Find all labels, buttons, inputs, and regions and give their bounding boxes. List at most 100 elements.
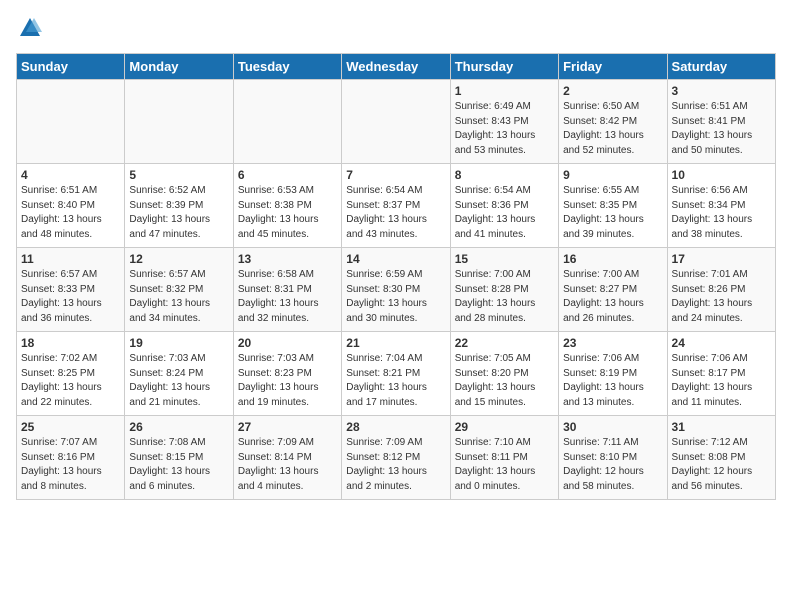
day-number: 4 bbox=[21, 168, 120, 182]
weekday-header-row: SundayMondayTuesdayWednesdayThursdayFrid… bbox=[17, 54, 776, 80]
day-number: 20 bbox=[238, 336, 337, 350]
logo-text bbox=[16, 16, 42, 45]
day-number: 1 bbox=[455, 84, 554, 98]
weekday-header-wednesday: Wednesday bbox=[342, 54, 450, 80]
day-info: Sunrise: 7:03 AM Sunset: 8:23 PM Dayligh… bbox=[238, 352, 337, 410]
day-number: 18 bbox=[21, 336, 120, 350]
calendar-cell bbox=[125, 80, 233, 164]
day-number: 30 bbox=[563, 420, 662, 434]
day-info: Sunrise: 6:50 AM Sunset: 8:42 PM Dayligh… bbox=[563, 100, 662, 158]
day-number: 7 bbox=[346, 168, 445, 182]
day-number: 3 bbox=[672, 84, 771, 98]
day-info: Sunrise: 6:56 AM Sunset: 8:34 PM Dayligh… bbox=[672, 184, 771, 242]
day-info: Sunrise: 7:01 AM Sunset: 8:26 PM Dayligh… bbox=[672, 268, 771, 326]
day-info: Sunrise: 6:57 AM Sunset: 8:33 PM Dayligh… bbox=[21, 268, 120, 326]
calendar-cell: 24Sunrise: 7:06 AM Sunset: 8:17 PM Dayli… bbox=[667, 332, 775, 416]
calendar-cell: 7 Sunrise: 6:54 AM Sunset: 8:37 PM Daylig… bbox=[342, 164, 450, 248]
weekday-header-monday: Monday bbox=[125, 54, 233, 80]
day-info: Sunrise: 7:10 AM Sunset: 8:11 PM Dayligh… bbox=[455, 436, 554, 494]
day-info: Sunrise: 7:08 AM Sunset: 8:15 PM Dayligh… bbox=[129, 436, 228, 494]
day-info: Sunrise: 7:03 AM Sunset: 8:24 PM Dayligh… bbox=[129, 352, 228, 410]
day-number: 28 bbox=[346, 420, 445, 434]
calendar-week-row: 25 Sunrise: 7:07 AM Sunset: 8:16 PM Dayli… bbox=[17, 416, 776, 500]
calendar-cell: 4 Sunrise: 6:51 AM Sunset: 8:40 PM Daylig… bbox=[17, 164, 125, 248]
calendar-cell: 2 Sunrise: 6:50 AM Sunset: 8:42 PM Daylig… bbox=[559, 80, 667, 164]
day-info: Sunrise: 6:51 AM Sunset: 8:41 PM Dayligh… bbox=[672, 100, 771, 158]
calendar-cell: 17Sunrise: 7:01 AM Sunset: 8:26 PM Dayli… bbox=[667, 248, 775, 332]
day-number: 27 bbox=[238, 420, 337, 434]
weekday-header-tuesday: Tuesday bbox=[233, 54, 341, 80]
day-info: Sunrise: 7:09 AM Sunset: 8:12 PM Dayligh… bbox=[346, 436, 445, 494]
day-info: Sunrise: 7:07 AM Sunset: 8:16 PM Dayligh… bbox=[21, 436, 120, 494]
calendar-table: SundayMondayTuesdayWednesdayThursdayFrid… bbox=[16, 53, 776, 500]
calendar-cell bbox=[233, 80, 341, 164]
day-number: 31 bbox=[672, 420, 771, 434]
calendar-cell: 18 Sunrise: 7:02 AM Sunset: 8:25 PM Dayli… bbox=[17, 332, 125, 416]
day-info: Sunrise: 7:02 AM Sunset: 8:25 PM Dayligh… bbox=[21, 352, 120, 410]
calendar-cell: 10 Sunrise: 6:56 AM Sunset: 8:34 PM Dayli… bbox=[667, 164, 775, 248]
weekday-header-sunday: Sunday bbox=[17, 54, 125, 80]
weekday-header-thursday: Thursday bbox=[450, 54, 558, 80]
day-info: Sunrise: 6:59 AM Sunset: 8:30 PM Dayligh… bbox=[346, 268, 445, 326]
weekday-header-friday: Friday bbox=[559, 54, 667, 80]
day-info: Sunrise: 7:06 AM Sunset: 8:19 PM Dayligh… bbox=[563, 352, 662, 410]
calendar-cell: 13Sunrise: 6:58 AM Sunset: 8:31 PM Dayli… bbox=[233, 248, 341, 332]
calendar-cell: 19Sunrise: 7:03 AM Sunset: 8:24 PM Dayli… bbox=[125, 332, 233, 416]
day-number: 11 bbox=[21, 252, 120, 266]
day-number: 12 bbox=[129, 252, 228, 266]
day-info: Sunrise: 7:05 AM Sunset: 8:20 PM Dayligh… bbox=[455, 352, 554, 410]
day-number: 6 bbox=[238, 168, 337, 182]
calendar-cell: 8Sunrise: 6:54 AM Sunset: 8:36 PM Daylig… bbox=[450, 164, 558, 248]
day-number: 29 bbox=[455, 420, 554, 434]
calendar-cell: 30 Sunrise: 7:11 AM Sunset: 8:10 PM Dayli… bbox=[559, 416, 667, 500]
calendar-week-row: 1 Sunrise: 6:49 AM Sunset: 8:43 PM Daylig… bbox=[17, 80, 776, 164]
day-number: 23 bbox=[563, 336, 662, 350]
calendar-cell: 1 Sunrise: 6:49 AM Sunset: 8:43 PM Daylig… bbox=[450, 80, 558, 164]
day-info: Sunrise: 6:57 AM Sunset: 8:32 PM Dayligh… bbox=[129, 268, 228, 326]
logo-icon bbox=[18, 16, 42, 40]
day-number: 2 bbox=[563, 84, 662, 98]
calendar-cell: 5 Sunrise: 6:52 AM Sunset: 8:39 PM Daylig… bbox=[125, 164, 233, 248]
day-number: 13 bbox=[238, 252, 337, 266]
day-number: 10 bbox=[672, 168, 771, 182]
calendar-cell: 27 Sunrise: 7:09 AM Sunset: 8:14 PM Dayli… bbox=[233, 416, 341, 500]
day-info: Sunrise: 6:55 AM Sunset: 8:35 PM Dayligh… bbox=[563, 184, 662, 242]
day-number: 26 bbox=[129, 420, 228, 434]
day-info: Sunrise: 7:00 AM Sunset: 8:27 PM Dayligh… bbox=[563, 268, 662, 326]
calendar-cell: 9 Sunrise: 6:55 AM Sunset: 8:35 PM Daylig… bbox=[559, 164, 667, 248]
calendar-cell: 15Sunrise: 7:00 AM Sunset: 8:28 PM Dayli… bbox=[450, 248, 558, 332]
day-info: Sunrise: 6:51 AM Sunset: 8:40 PM Dayligh… bbox=[21, 184, 120, 242]
calendar-cell: 14 Sunrise: 6:59 AM Sunset: 8:30 PM Dayli… bbox=[342, 248, 450, 332]
calendar-cell: 3 Sunrise: 6:51 AM Sunset: 8:41 PM Daylig… bbox=[667, 80, 775, 164]
day-number: 25 bbox=[21, 420, 120, 434]
day-number: 14 bbox=[346, 252, 445, 266]
day-info: Sunrise: 6:54 AM Sunset: 8:36 PM Dayligh… bbox=[455, 184, 554, 242]
day-number: 22 bbox=[455, 336, 554, 350]
day-number: 21 bbox=[346, 336, 445, 350]
day-info: Sunrise: 6:54 AM Sunset: 8:37 PM Dayligh… bbox=[346, 184, 445, 242]
calendar-cell: 20 Sunrise: 7:03 AM Sunset: 8:23 PM Dayli… bbox=[233, 332, 341, 416]
day-number: 9 bbox=[563, 168, 662, 182]
day-info: Sunrise: 7:09 AM Sunset: 8:14 PM Dayligh… bbox=[238, 436, 337, 494]
calendar-cell: 21 Sunrise: 7:04 AM Sunset: 8:21 PM Dayli… bbox=[342, 332, 450, 416]
page-header bbox=[16, 16, 776, 45]
calendar-cell: 28 Sunrise: 7:09 AM Sunset: 8:12 PM Dayli… bbox=[342, 416, 450, 500]
calendar-cell: 23 Sunrise: 7:06 AM Sunset: 8:19 PM Dayli… bbox=[559, 332, 667, 416]
calendar-cell: 26 Sunrise: 7:08 AM Sunset: 8:15 PM Dayli… bbox=[125, 416, 233, 500]
calendar-cell bbox=[342, 80, 450, 164]
calendar-cell: 11 Sunrise: 6:57 AM Sunset: 8:33 PM Dayli… bbox=[17, 248, 125, 332]
day-info: Sunrise: 6:52 AM Sunset: 8:39 PM Dayligh… bbox=[129, 184, 228, 242]
calendar-cell: 12 Sunrise: 6:57 AM Sunset: 8:32 PM Dayli… bbox=[125, 248, 233, 332]
calendar-cell: 25 Sunrise: 7:07 AM Sunset: 8:16 PM Dayli… bbox=[17, 416, 125, 500]
logo bbox=[16, 16, 42, 45]
calendar-cell: 29 Sunrise: 7:10 AM Sunset: 8:11 PM Dayli… bbox=[450, 416, 558, 500]
day-info: Sunrise: 7:04 AM Sunset: 8:21 PM Dayligh… bbox=[346, 352, 445, 410]
day-info: Sunrise: 6:49 AM Sunset: 8:43 PM Dayligh… bbox=[455, 100, 554, 158]
day-info: Sunrise: 7:11 AM Sunset: 8:10 PM Dayligh… bbox=[563, 436, 662, 494]
day-info: Sunrise: 7:06 AM Sunset: 8:17 PM Dayligh… bbox=[672, 352, 771, 410]
calendar-cell: 22 Sunrise: 7:05 AM Sunset: 8:20 PM Dayli… bbox=[450, 332, 558, 416]
day-number: 5 bbox=[129, 168, 228, 182]
calendar-cell bbox=[17, 80, 125, 164]
day-info: Sunrise: 7:00 AM Sunset: 8:28 PM Dayligh… bbox=[455, 268, 554, 326]
weekday-header-saturday: Saturday bbox=[667, 54, 775, 80]
